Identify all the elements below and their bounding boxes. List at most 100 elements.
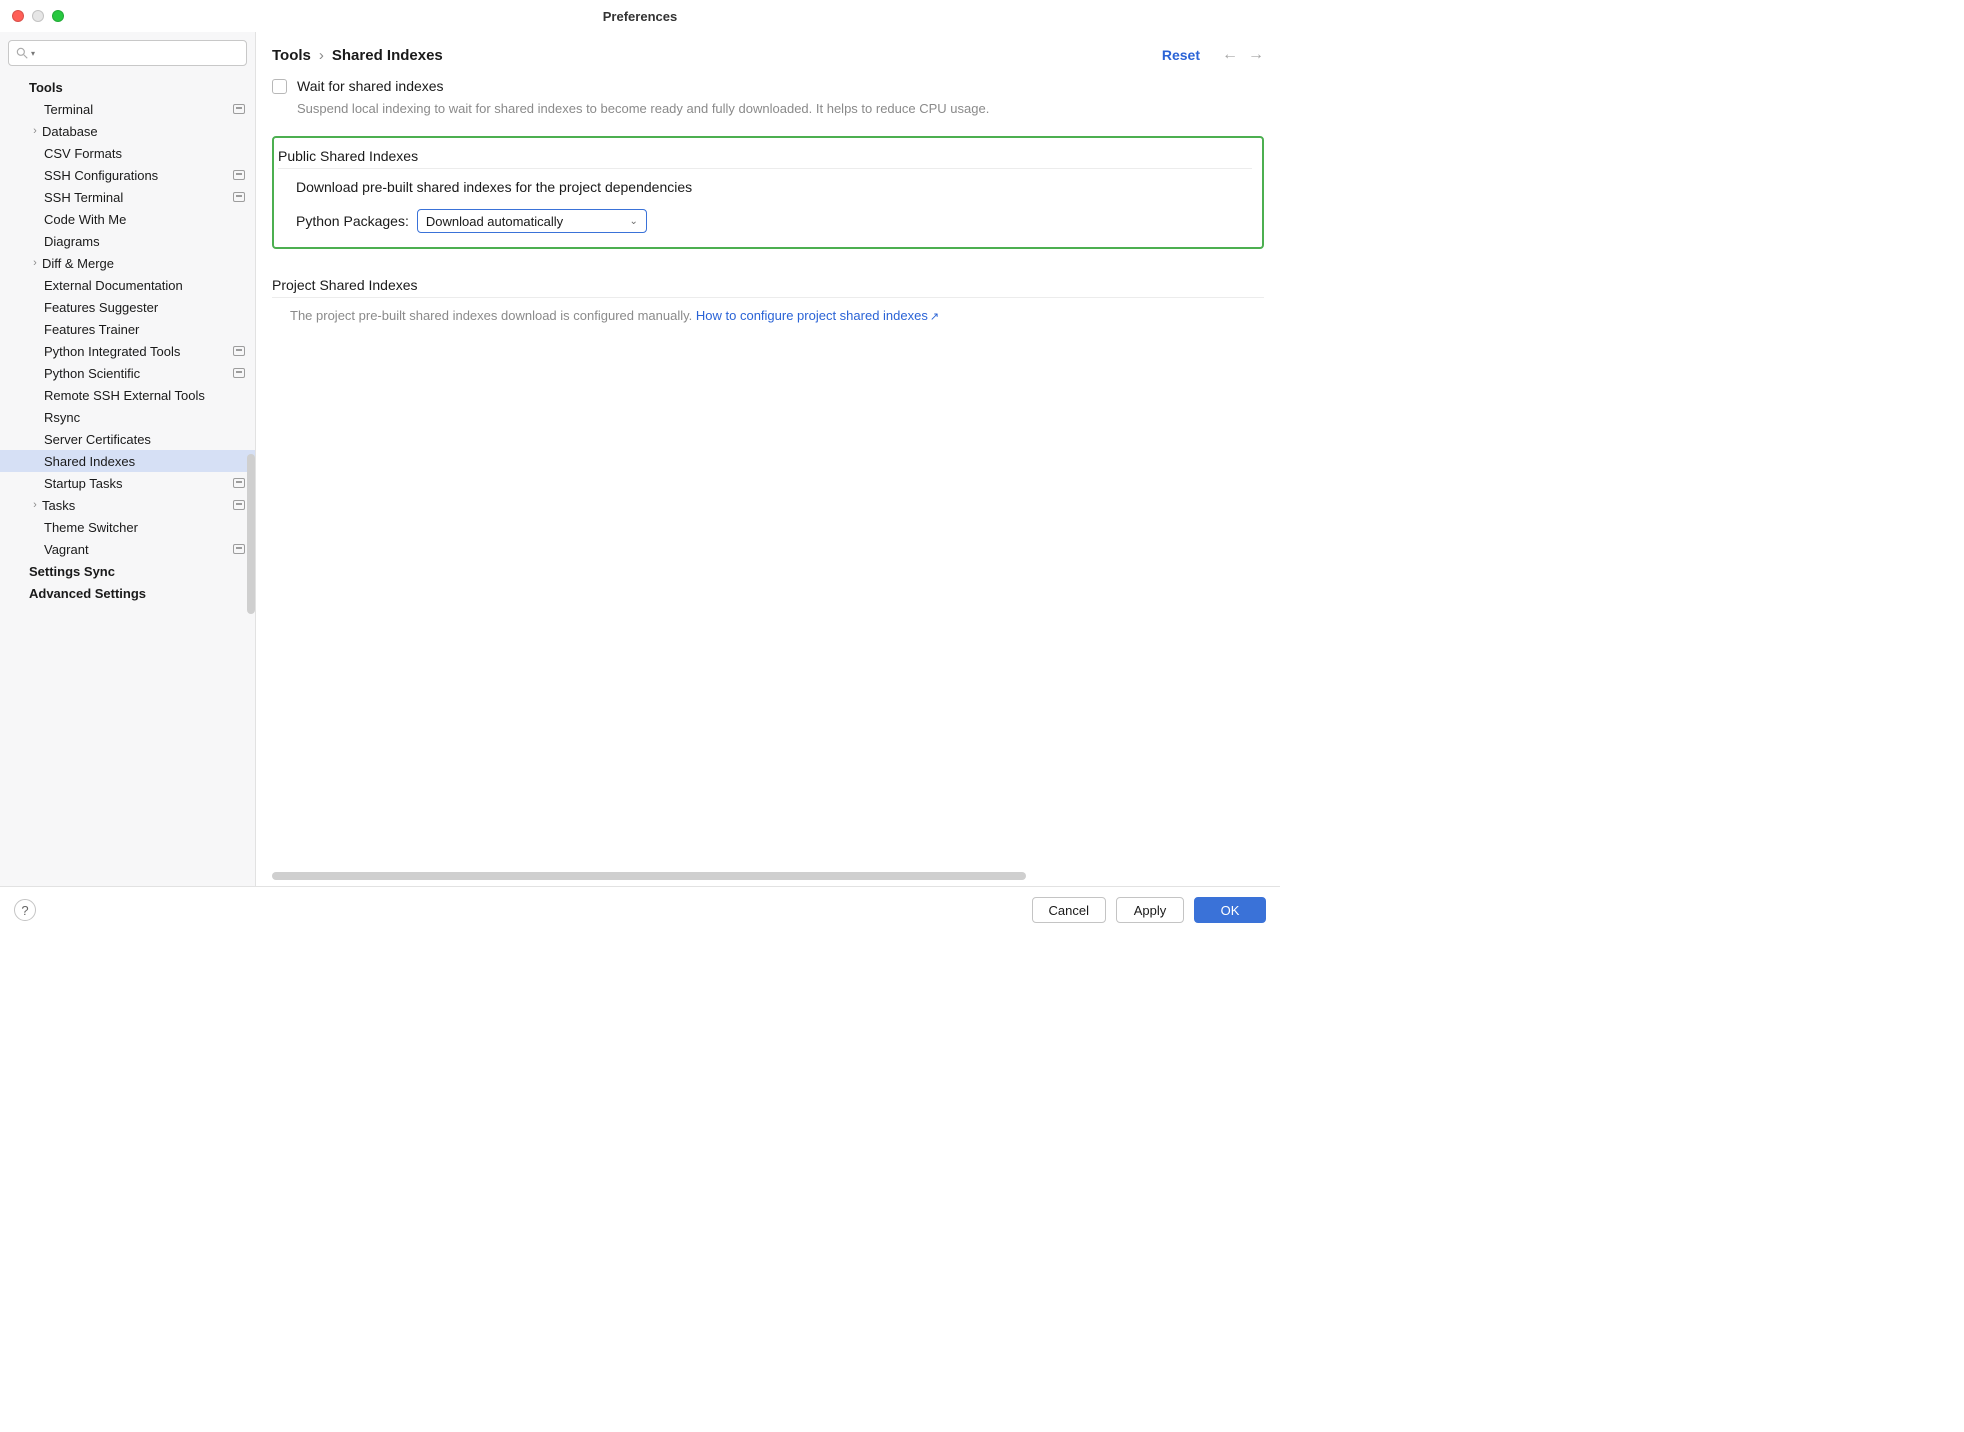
sidebar-item-label: Startup Tasks: [0, 476, 227, 491]
ok-button[interactable]: OK: [1194, 897, 1266, 923]
dialog-footer: ? Cancel Apply OK: [0, 886, 1280, 933]
sidebar-item[interactable]: Settings Sync: [0, 560, 255, 582]
project-scope-icon: [233, 368, 245, 378]
sidebar-item-label: Rsync: [0, 410, 245, 425]
sidebar-item-label: Diff & Merge: [42, 256, 245, 271]
chevron-right-icon[interactable]: ›: [28, 257, 42, 269]
apply-button-label: Apply: [1134, 903, 1167, 918]
external-link-icon: ↗: [930, 311, 939, 323]
project-scope-icon: [233, 478, 245, 488]
sidebar-item[interactable]: Code With Me: [0, 208, 255, 230]
public-shared-indexes-subtitle: Download pre-built shared indexes for th…: [278, 179, 1252, 195]
sidebar-item[interactable]: ›Diff & Merge: [0, 252, 255, 274]
python-packages-label: Python Packages:: [296, 213, 409, 229]
sidebar-item[interactable]: Python Scientific: [0, 362, 255, 384]
sidebar-scrollbar[interactable]: [247, 454, 255, 614]
window-title: Preferences: [0, 9, 1280, 24]
sidebar-item[interactable]: ›Tasks: [0, 494, 255, 516]
project-scope-icon: [233, 170, 245, 180]
project-shared-indexes-description: The project pre-built shared indexes dow…: [290, 308, 692, 323]
sidebar-item-label: Code With Me: [0, 212, 245, 227]
project-shared-indexes-title: Project Shared Indexes: [272, 273, 1264, 298]
sidebar-item[interactable]: Shared Indexes: [0, 450, 255, 472]
settings-tree[interactable]: ToolsTerminal›DatabaseCSV FormatsSSH Con…: [0, 74, 255, 886]
public-shared-indexes-section: Public Shared Indexes Download pre-built…: [272, 136, 1264, 249]
sidebar-item-label: Python Scientific: [0, 366, 227, 381]
configure-project-shared-indexes-link[interactable]: How to configure project shared indexes: [696, 308, 928, 323]
python-packages-value: Download automatically: [426, 214, 563, 229]
breadcrumb-leaf: Shared Indexes: [332, 47, 443, 64]
wait-for-shared-indexes-label: Wait for shared indexes: [297, 78, 444, 94]
breadcrumb-separator: ›: [319, 47, 324, 64]
sidebar-item[interactable]: ›Database: [0, 120, 255, 142]
project-scope-icon: [233, 346, 245, 356]
sidebar-item-label: Server Certificates: [0, 432, 245, 447]
sidebar-item-label: Features Suggester: [0, 300, 245, 315]
wait-for-shared-indexes-description: Suspend local indexing to wait for share…: [297, 100, 1077, 118]
sidebar-item[interactable]: Features Suggester: [0, 296, 255, 318]
titlebar: Preferences: [0, 0, 1280, 32]
sidebar-item-label: External Documentation: [0, 278, 245, 293]
ok-button-label: OK: [1221, 903, 1240, 918]
sidebar-item-label: Tools: [0, 80, 245, 95]
sidebar-item-label: Tasks: [42, 498, 227, 513]
sidebar-item-label: Remote SSH External Tools: [0, 388, 245, 403]
sidebar-item[interactable]: External Documentation: [0, 274, 255, 296]
apply-button[interactable]: Apply: [1116, 897, 1184, 923]
sidebar-item[interactable]: SSH Terminal: [0, 186, 255, 208]
forward-icon[interactable]: →: [1248, 46, 1264, 64]
sidebar-item-label: Diagrams: [0, 234, 245, 249]
sidebar-item[interactable]: Theme Switcher: [0, 516, 255, 538]
project-shared-indexes-section: Project Shared Indexes The project pre-b…: [272, 273, 1264, 323]
sidebar-item[interactable]: Python Integrated Tools: [0, 340, 255, 362]
sidebar-item-label: SSH Configurations: [0, 168, 227, 183]
chevron-down-icon: ⌄: [629, 216, 637, 227]
project-scope-icon: [233, 500, 245, 510]
sidebar-item[interactable]: CSV Formats: [0, 142, 255, 164]
sidebar-item[interactable]: Remote SSH External Tools: [0, 384, 255, 406]
sidebar-item-label: Theme Switcher: [0, 520, 245, 535]
search-history-caret-icon[interactable]: ▾: [31, 49, 35, 58]
search-icon: [15, 46, 29, 60]
chevron-right-icon[interactable]: ›: [28, 125, 42, 137]
sidebar-item-label: Features Trainer: [0, 322, 245, 337]
sidebar-item-label: CSV Formats: [0, 146, 245, 161]
sidebar-item[interactable]: Tools: [0, 76, 255, 98]
content-horizontal-scrollbar[interactable]: [272, 872, 1264, 882]
sidebar-item-label: Python Integrated Tools: [0, 344, 227, 359]
sidebar-item[interactable]: Terminal: [0, 98, 255, 120]
sidebar-item[interactable]: Vagrant: [0, 538, 255, 560]
python-packages-combobox[interactable]: Download automatically ⌄: [417, 209, 647, 233]
project-scope-icon: [233, 544, 245, 554]
sidebar-item-label: Vagrant: [0, 542, 227, 557]
wait-for-shared-indexes-checkbox[interactable]: [272, 79, 287, 94]
sidebar-item-label: Terminal: [0, 102, 227, 117]
back-icon[interactable]: ←: [1222, 46, 1238, 64]
sidebar: ▾ ToolsTerminal›DatabaseCSV FormatsSSH C…: [0, 32, 256, 886]
reset-link[interactable]: Reset: [1162, 47, 1200, 63]
cancel-button[interactable]: Cancel: [1032, 897, 1106, 923]
public-shared-indexes-title: Public Shared Indexes: [278, 144, 1252, 169]
sidebar-item-label: Settings Sync: [0, 564, 245, 579]
sidebar-item-label: Advanced Settings: [0, 586, 245, 601]
search-input[interactable]: [41, 46, 240, 61]
sidebar-item[interactable]: Rsync: [0, 406, 255, 428]
sidebar-item[interactable]: Advanced Settings: [0, 582, 255, 604]
sidebar-item-label: Database: [42, 124, 245, 139]
project-scope-icon: [233, 104, 245, 114]
chevron-right-icon[interactable]: ›: [28, 499, 42, 511]
breadcrumb: Tools › Shared Indexes: [272, 47, 443, 64]
sidebar-item-label: SSH Terminal: [0, 190, 227, 205]
search-field[interactable]: ▾: [8, 40, 247, 66]
sidebar-item[interactable]: SSH Configurations: [0, 164, 255, 186]
sidebar-item[interactable]: Features Trainer: [0, 318, 255, 340]
sidebar-item-label: Shared Indexes: [0, 454, 245, 469]
sidebar-item[interactable]: Startup Tasks: [0, 472, 255, 494]
sidebar-item[interactable]: Server Certificates: [0, 428, 255, 450]
help-button[interactable]: ?: [14, 899, 36, 921]
breadcrumb-root[interactable]: Tools: [272, 47, 311, 64]
sidebar-item[interactable]: Diagrams: [0, 230, 255, 252]
help-icon: ?: [21, 903, 28, 918]
cancel-button-label: Cancel: [1049, 903, 1089, 918]
project-scope-icon: [233, 192, 245, 202]
